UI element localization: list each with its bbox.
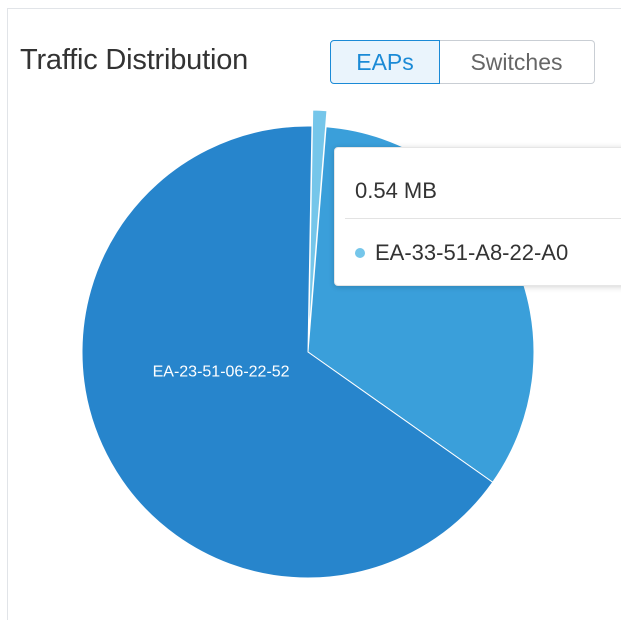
pie-chart: 1C-3B-F3-A8-99-5CEA-23-51-06-22-52 <box>81 109 535 579</box>
tooltip-series-dot <box>355 248 365 258</box>
tab-eaps[interactable]: EAPs <box>330 40 440 84</box>
tooltip-series-label: EA-33-51-A8-22-A0 <box>375 240 569 265</box>
pie-slice-label: EA-23-51-06-22-52 <box>153 363 290 380</box>
tooltip-divider <box>345 218 621 219</box>
chart-tooltip: 0.54 MB EA-33-51-A8-22-A0 <box>334 147 621 286</box>
tooltip-value: 0.54 MB <box>355 178 437 203</box>
